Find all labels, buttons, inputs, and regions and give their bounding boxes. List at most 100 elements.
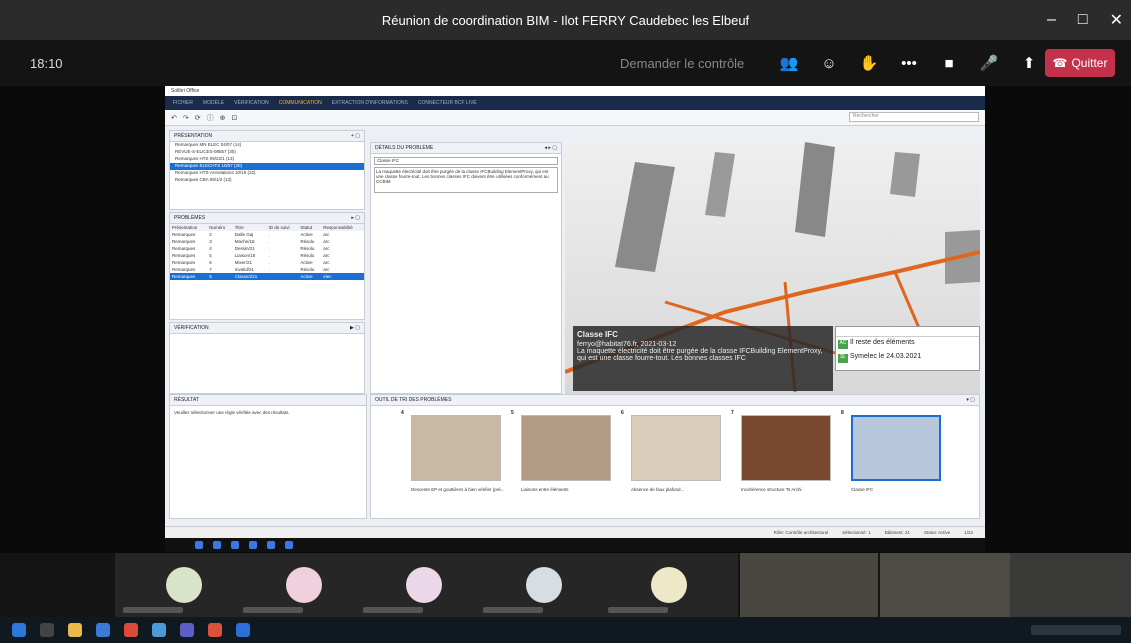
table-row-selected[interactable]: Remarques 8 Classe/221. Active elec	[170, 273, 364, 280]
info-title: Classe IFC	[577, 330, 618, 339]
col-header[interactable]: Statut	[298, 224, 322, 231]
undo-icon[interactable]: ↶	[171, 114, 177, 122]
description-field[interactable]: La maquette électricité doit être purgée…	[374, 167, 558, 193]
col-header[interactable]: ID de suivi	[266, 224, 299, 231]
participants-icon[interactable]: 👥	[778, 54, 800, 72]
participant-tile[interactable]	[600, 553, 738, 617]
rotate-icon[interactable]: ⟳	[195, 114, 201, 122]
col-header[interactable]: Présentation	[170, 224, 208, 231]
maximize-icon[interactable]: □	[1078, 11, 1088, 29]
search-icon[interactable]	[40, 623, 54, 637]
tab-fichier[interactable]: FICHIER	[173, 100, 193, 106]
share-screen-icon[interactable]: ⬆	[1018, 54, 1040, 72]
app-icon[interactable]	[208, 623, 222, 637]
zoom-icon[interactable]: ⊕	[220, 114, 226, 122]
request-control-button[interactable]: Demander le contrôle	[620, 56, 744, 71]
tab-modele[interactable]: MODÈLE	[203, 100, 224, 106]
participant-tile[interactable]	[235, 553, 373, 617]
participant-tile[interactable]	[355, 553, 493, 617]
search-input[interactable]: Rechercher	[849, 112, 979, 122]
presentation-item[interactable]: Remarques MN ELEC 04/07 (14)	[170, 142, 364, 149]
tab-communication[interactable]: COMMUNICATION	[279, 100, 322, 106]
col-header[interactable]: Titre	[232, 224, 267, 231]
minimize-icon[interactable]: –	[1047, 11, 1056, 29]
meeting-clock: 18:10	[30, 55, 63, 71]
check-model-button[interactable]: ▶ ▢	[350, 325, 360, 331]
participant-name	[123, 607, 183, 613]
leave-button[interactable]: ☎ Quitter	[1045, 49, 1115, 77]
tab-verification[interactable]: VÉRIFICATION	[234, 100, 269, 106]
participant-name	[608, 607, 668, 613]
details-nav[interactable]: ◂ ▸ ▢	[544, 145, 557, 151]
new-presentation-button[interactable]: + ▢	[351, 133, 360, 139]
result-text: Veuillez sélectionner une règle vérifiée…	[174, 410, 290, 415]
app-icon[interactable]	[124, 623, 138, 637]
participant-video[interactable]	[740, 553, 878, 617]
tab-connecteur[interactable]: CONNECTEUR BCF LIVE	[418, 100, 477, 106]
cell: .	[268, 253, 270, 258]
presentation-item[interactable]: Remarques HTS 09/22/1 (13)	[170, 156, 364, 163]
thumbnail-selected[interactable]	[851, 415, 941, 481]
table-row[interactable]: Remarques 6 Mixer/21. Active arc	[170, 259, 364, 266]
participant-video[interactable]	[880, 553, 1018, 617]
start-icon[interactable]	[12, 623, 26, 637]
title-field[interactable]: Classe IFC	[374, 157, 558, 165]
col-header[interactable]: Numéro	[207, 224, 233, 231]
comment-input[interactable]	[836, 327, 979, 337]
thumbnail[interactable]	[411, 415, 501, 481]
thumb-label: Absence de faux plafond...	[631, 487, 685, 492]
thumb-label: Descente EP et gouttières à bien vérifie…	[411, 487, 505, 492]
browser-icon[interactable]	[96, 623, 110, 637]
thumbnail[interactable]	[521, 415, 611, 481]
thumb-number: 4	[401, 410, 404, 416]
app-icon[interactable]	[236, 623, 250, 637]
cell: .	[268, 260, 270, 265]
teams-icon[interactable]	[180, 623, 194, 637]
thumbnail[interactable]	[631, 415, 721, 481]
cell: Résolu	[300, 246, 315, 251]
info-icon[interactable]: ⓘ	[207, 113, 214, 123]
thumb-label: Liaisons entre éléments	[521, 487, 569, 492]
table-row[interactable]: Remarques 3 Mache/18. Résolu arc	[170, 238, 364, 245]
col-header[interactable]: Responsabilité	[321, 224, 364, 231]
participant-tile[interactable]	[475, 553, 613, 617]
participant-name	[363, 607, 423, 613]
presentation-item[interactable]: Remarques CBA 09/1/2 (13)	[170, 177, 364, 184]
folder-icon[interactable]	[68, 623, 82, 637]
table-row[interactable]: Remarques 4 Dessin/21. Résolu arc	[170, 245, 364, 252]
participant-video[interactable]	[1010, 553, 1131, 617]
app-icon[interactable]	[152, 623, 166, 637]
chat-icon[interactable]: ☺	[818, 55, 840, 72]
presentation-item[interactable]: Remarques HTS-Annotations 10/19 (22)	[170, 170, 364, 177]
table-row[interactable]: Remarques 7 Invalid/21. Résolu arc	[170, 266, 364, 273]
participant-tile[interactable]	[115, 553, 253, 617]
cell: Classe/221	[232, 273, 267, 280]
strip-controls[interactable]: ▾ ▢	[966, 397, 975, 403]
new-problem-button[interactable]: ▸ ▢	[351, 215, 360, 221]
presentation-item-selected[interactable]: Remarques ELECHTS 10/07 (30)	[170, 163, 364, 170]
thumb-number: 5	[511, 410, 514, 416]
close-icon[interactable]: ✕	[1110, 10, 1123, 30]
presentation-panel: PRÉSENTATION + ▢ Remarques MN ELEC 04/07 …	[169, 130, 365, 210]
author-badge: SL	[838, 354, 848, 363]
microphone-icon[interactable]: 🎤	[978, 54, 1000, 72]
thumbnail[interactable]	[741, 415, 831, 481]
cell: Dessin/21	[234, 246, 255, 251]
fit-icon[interactable]: ⊡	[232, 114, 238, 122]
participant-name	[243, 607, 303, 613]
redo-icon[interactable]: ↷	[183, 114, 189, 122]
details-header: DÉTAILS DU PROBLÈME	[375, 145, 434, 151]
reactions-icon[interactable]: ✋	[858, 54, 880, 72]
cell: 7	[209, 267, 212, 272]
tab-extraction[interactable]: EXTRACTION D'INFORMATIONS	[332, 100, 408, 106]
presentation-item[interactable]: REVUE-S-ELICES-08557 (30)	[170, 149, 364, 156]
table-row[interactable]: Remarques 2 Dalle Gaj. Active arc	[170, 231, 364, 238]
thumb-number: 6	[621, 410, 624, 416]
more-icon[interactable]: •••	[898, 55, 920, 72]
cell: arc	[323, 246, 330, 251]
table-row[interactable]: Remarques 5 Liaison/18. Résolu arc	[170, 252, 364, 259]
cell: Remarques	[172, 239, 196, 244]
cell: .	[268, 246, 270, 251]
cell: 2	[209, 232, 212, 237]
camera-icon[interactable]: ■	[938, 55, 960, 72]
